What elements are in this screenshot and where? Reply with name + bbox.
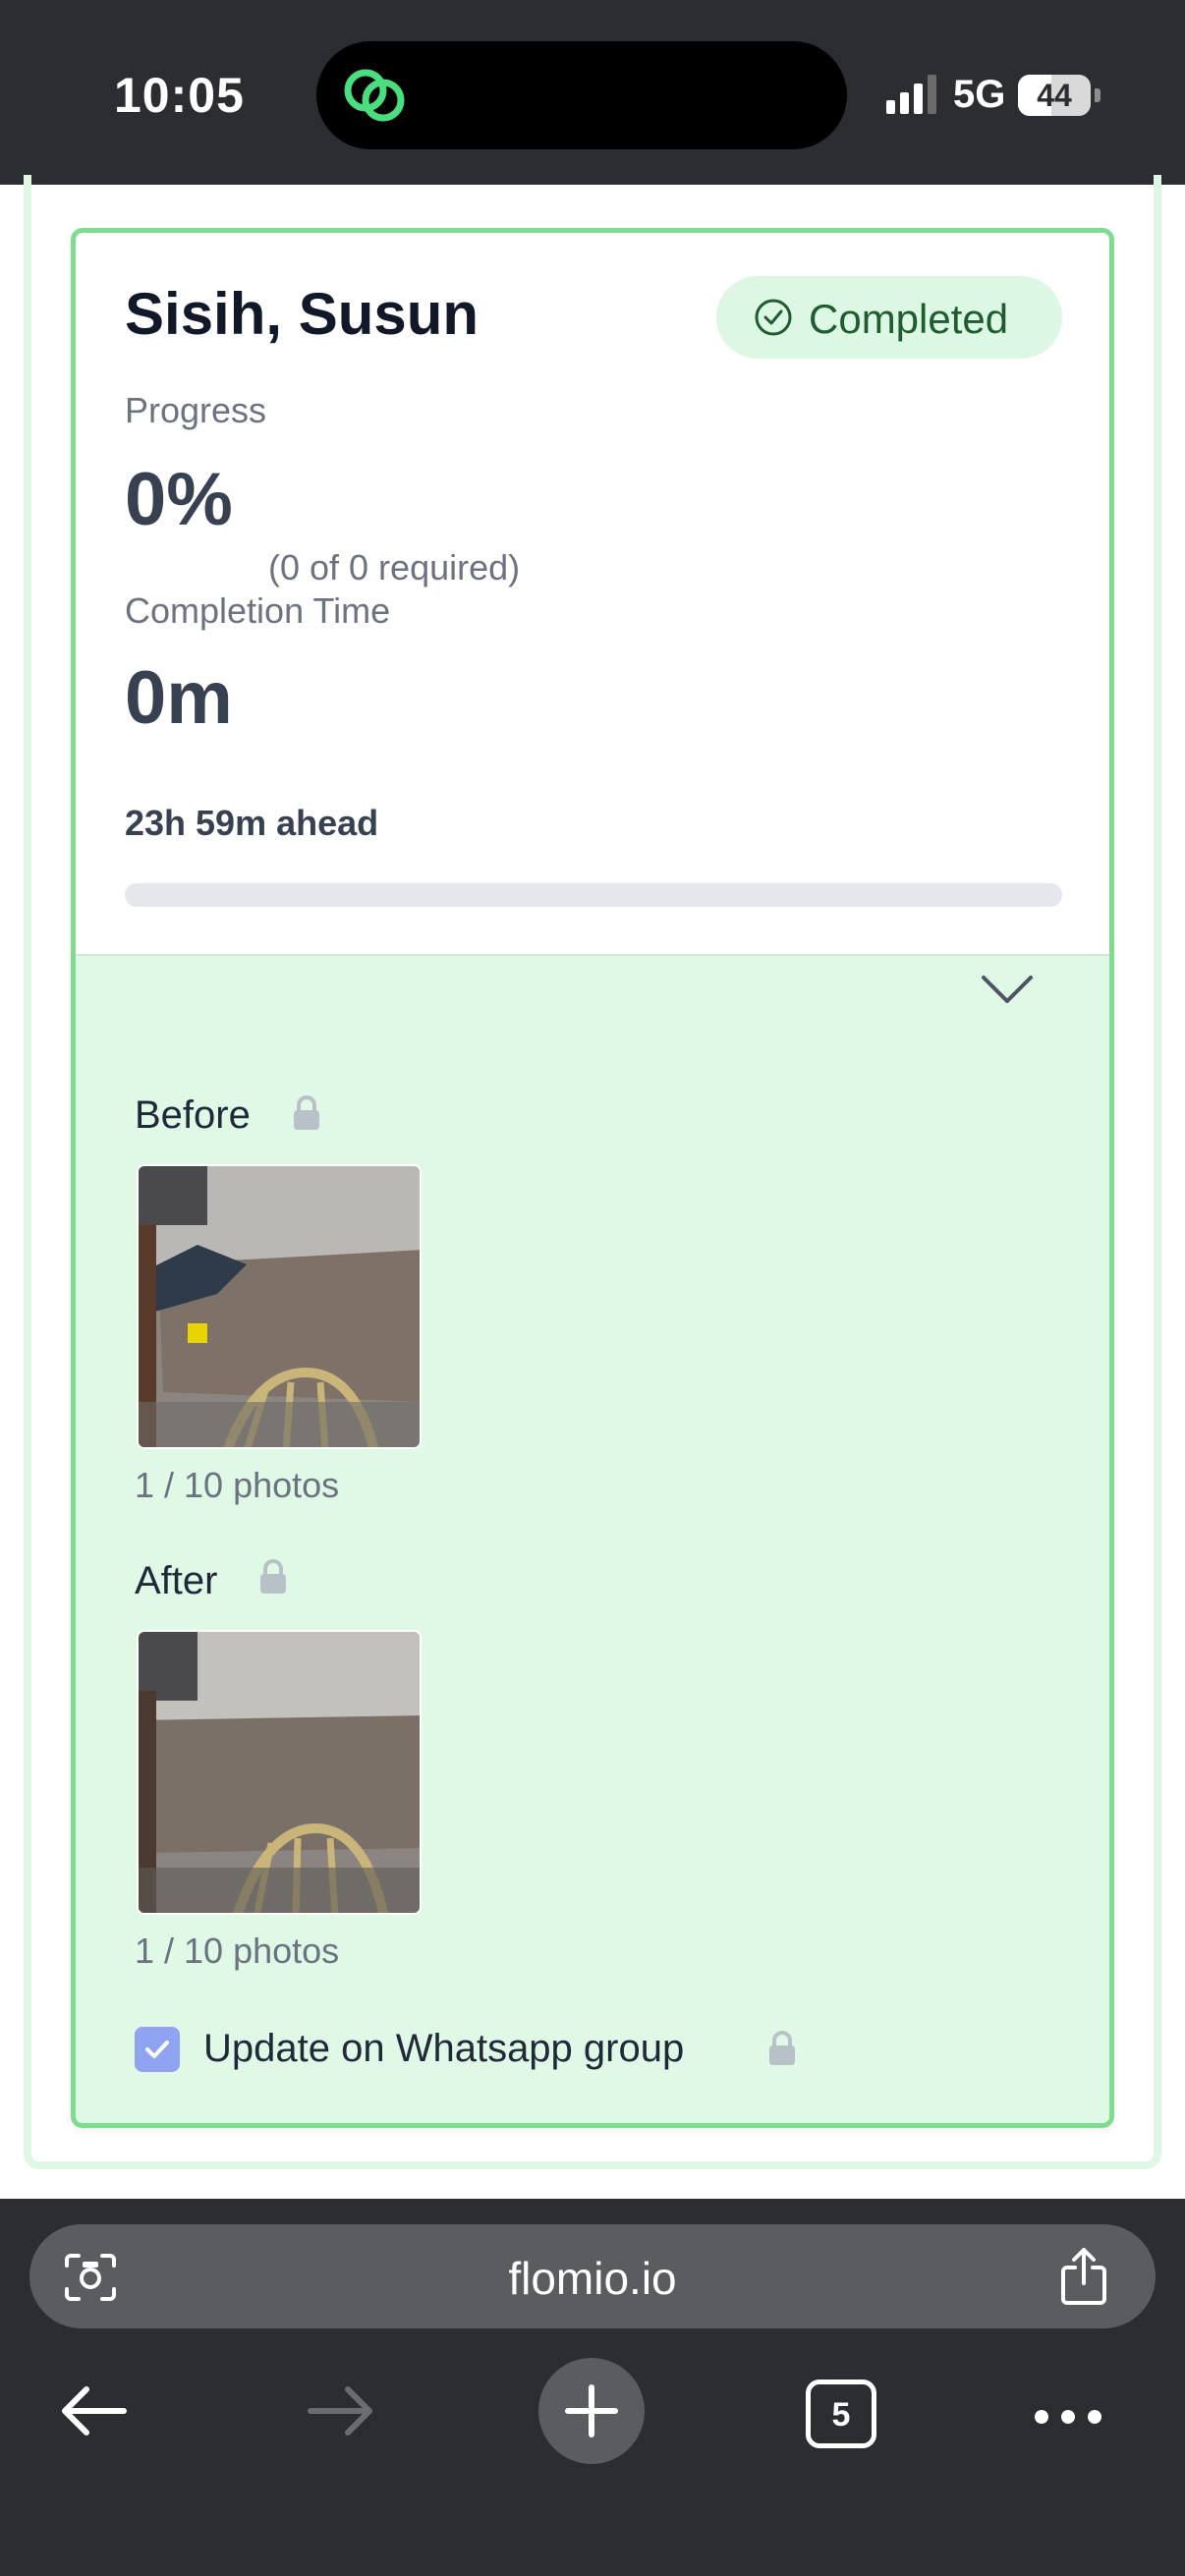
before-title: Before [135,1093,251,1137]
dynamic-island [316,41,847,149]
url-text: flomio.io [508,2253,677,2304]
lock-icon [260,1559,286,1594]
details-panel: Before 1 / 10 photos After 1 / 10 photos… [76,954,1109,2123]
page-content: Sisih, Susun Completed Progress 0% (0 of… [0,175,1185,2199]
check-icon [145,2041,169,2058]
progress-value: 0% [125,458,233,541]
status-badge: Completed [716,276,1062,359]
more-options-icon[interactable] [1032,2407,1104,2427]
status-bar: 10:05 5G 44 [0,0,1185,185]
lock-icon [294,1095,319,1130]
tabs-button[interactable]: 5 [806,2380,876,2448]
signal-icon [886,75,936,114]
after-title: After [135,1559,218,1602]
share-icon[interactable] [1057,2246,1110,2307]
status-label: Completed [809,296,1009,342]
chevron-down-icon[interactable] [980,972,1035,1007]
new-tab-button[interactable] [538,2358,645,2464]
progress-bar [125,883,1062,907]
back-arrow-icon[interactable] [59,2383,128,2438]
forward-arrow-icon[interactable] [307,2383,375,2438]
after-photo[interactable] [137,1630,422,1915]
battery-level: 44 [1037,78,1072,113]
completion-time-value: 0m [125,656,233,740]
assignee-card: Sisih, Susun Completed Progress 0% (0 of… [71,228,1114,2128]
link-icon [344,69,405,122]
lock-icon [769,2031,795,2065]
address-bar[interactable]: flomio.io [29,2224,1156,2328]
plus-icon [565,2384,618,2437]
whatsapp-update-label: Update on Whatsapp group [203,2027,685,2070]
completion-time-label: Completion Time [125,590,391,631]
browser-toolbar: flomio.io 5 [0,2199,1185,2576]
completion-ahead: 23h 59m ahead [125,803,379,843]
after-photo-count: 1 / 10 photos [135,1931,340,1971]
progress-label: Progress [125,390,267,430]
battery-icon: 44 [1018,75,1100,116]
progress-required: (0 of 0 required) [268,547,521,588]
status-time: 10:05 [114,68,245,123]
assignee-name: Sisih, Susun [125,281,480,347]
before-photo-count: 1 / 10 photos [135,1465,340,1505]
whatsapp-update-checkbox[interactable] [135,2027,180,2072]
before-photo[interactable] [137,1164,422,1449]
tabs-count: 5 [831,2396,851,2434]
check-circle-icon [755,299,792,336]
network-type: 5G [953,73,1006,116]
